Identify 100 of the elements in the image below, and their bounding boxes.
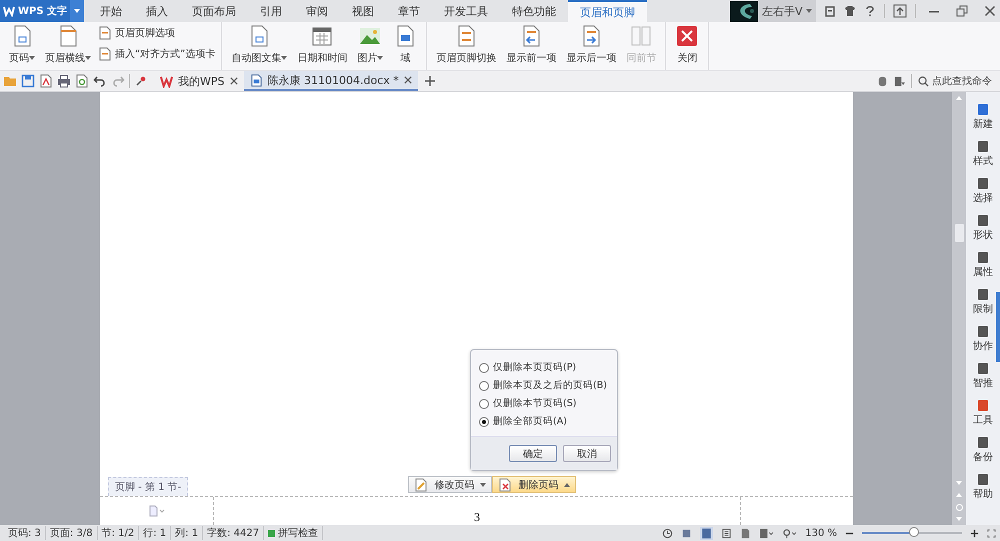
reading-view-icon[interactable] xyxy=(759,528,774,538)
menu-tab[interactable]: 开始 xyxy=(88,0,134,22)
radio-option[interactable]: 删除本页及之后的页码(B) xyxy=(479,380,611,392)
print-icon[interactable] xyxy=(57,74,71,88)
menu-tab[interactable]: 页面布局 xyxy=(180,0,248,22)
upload-icon[interactable] xyxy=(893,4,907,18)
tab-title: 陈永康 31101004.docx * xyxy=(268,72,399,88)
side-panel-button[interactable]: 协作 xyxy=(973,326,993,363)
menu-tab[interactable]: 插入 xyxy=(134,0,180,22)
focus-icon[interactable] xyxy=(681,528,692,538)
outline-view-icon[interactable] xyxy=(721,528,732,538)
zoom-level[interactable]: 130 % xyxy=(805,528,837,538)
radio-button[interactable] xyxy=(479,417,489,427)
document-tab[interactable]: 陈永康 31101004.docx * xyxy=(244,71,418,91)
footer-label: 页脚 - 第 1 节- xyxy=(108,477,188,496)
radio-option[interactable]: 删除全部页码(A) xyxy=(479,416,611,428)
help-icon[interactable] xyxy=(864,5,876,17)
undo-icon[interactable] xyxy=(93,74,107,88)
side-panel-button[interactable]: 帮助 xyxy=(973,474,993,511)
edit-icon xyxy=(414,478,428,492)
menu-tab[interactable]: 视图 xyxy=(340,0,386,22)
ribbon-button[interactable]: 关闭 xyxy=(672,24,702,65)
cancel-button[interactable]: 取消 xyxy=(563,445,611,462)
radio-option[interactable]: 仅删除本页页码(P) xyxy=(479,362,611,374)
status-text: 列: 1 xyxy=(171,526,204,540)
side-panel-button[interactable]: 形状 xyxy=(973,215,993,252)
history-icon[interactable] xyxy=(662,528,674,538)
ribbon-button[interactable]: 显示前一项 xyxy=(503,24,560,65)
status-text: 行: 1 xyxy=(139,526,172,540)
flag-icon[interactable] xyxy=(894,76,905,86)
caret-icon xyxy=(377,56,384,60)
ribbon-button[interactable]: 页码 xyxy=(6,24,38,65)
restore-icon[interactable] xyxy=(956,5,968,17)
menu-tab[interactable]: 引用 xyxy=(248,0,294,22)
side-panel-button[interactable]: 样式 xyxy=(973,141,993,178)
side-panel-button[interactable]: 工具 xyxy=(973,400,993,437)
caret-icon xyxy=(281,56,288,60)
side-panel-button[interactable]: 备份 xyxy=(973,437,993,474)
status-text: 页码: 3 xyxy=(4,526,46,540)
menu-tab[interactable]: 审阅 xyxy=(294,0,340,22)
command-search-field[interactable]: 点此查找命令 xyxy=(918,76,996,86)
ribbon-button[interactable]: 页眉横线 xyxy=(42,24,94,65)
scrollbar[interactable] xyxy=(952,92,966,525)
caret-icon xyxy=(956,517,962,521)
ok-button[interactable]: 确定 xyxy=(509,445,557,462)
menu-tab[interactable]: 开发工具 xyxy=(432,0,500,22)
logo-icon xyxy=(3,5,15,17)
zoom-slider-thumb[interactable] xyxy=(909,527,919,537)
new-tab-icon[interactable] xyxy=(424,75,436,87)
panel-handle[interactable] xyxy=(996,292,1000,362)
caret-icon xyxy=(806,9,812,14)
radio-option[interactable]: 仅删除本节页码(S) xyxy=(479,398,611,410)
ribbon-button[interactable]: 页眉页脚选项 xyxy=(98,24,216,42)
fullscreen-icon[interactable] xyxy=(987,528,996,538)
side-panel-button[interactable]: 新建 xyxy=(973,104,993,141)
page-view-icon[interactable] xyxy=(700,526,714,540)
document-tab[interactable]: 我的WPS xyxy=(154,71,244,91)
spell-check-button[interactable]: 拼写检查 xyxy=(264,526,324,540)
footer-button[interactable]: 删除页码 xyxy=(492,476,576,493)
footer-button[interactable]: 修改页码 xyxy=(408,476,492,493)
ribbon-button[interactable]: 日期和时间 xyxy=(294,24,350,65)
radio-button[interactable] xyxy=(479,399,489,409)
menu-tab[interactable]: 章节 xyxy=(386,0,432,22)
user-menu[interactable]: 左右手V xyxy=(758,0,816,22)
side-panel-button[interactable]: 智推 xyxy=(973,363,993,400)
status-text: 字数: 4427 xyxy=(203,526,264,540)
menu-tab[interactable]: 特色功能 xyxy=(500,0,568,22)
caret-icon xyxy=(85,56,91,60)
close-icon[interactable] xyxy=(984,5,996,17)
status-text: 节: 1/2 xyxy=(98,526,140,540)
caret-icon xyxy=(29,56,35,60)
ribbon-button[interactable]: 显示后一项 xyxy=(563,24,620,65)
pdf-icon[interactable] xyxy=(39,74,53,88)
menu-tab[interactable]: 页眉和页脚 xyxy=(568,0,647,22)
page-number: 3 xyxy=(474,510,480,525)
side-panel-button[interactable]: 属性 xyxy=(973,252,993,289)
radio-button[interactable] xyxy=(479,363,489,373)
radio-button[interactable] xyxy=(479,381,489,391)
wps-logo-icon xyxy=(160,74,173,88)
caret-icon xyxy=(956,481,962,485)
app-menu-button[interactable]: WPS 文字 xyxy=(0,0,84,22)
side-panel-button[interactable]: 限制 xyxy=(973,289,993,326)
side-panel-button[interactable]: 选择 xyxy=(973,178,993,215)
ribbon-button[interactable]: 自动图文集 xyxy=(228,24,290,65)
close-icon[interactable] xyxy=(404,76,412,84)
ribbon-button[interactable]: 图片 xyxy=(354,24,386,65)
zoom-in-icon[interactable] xyxy=(970,528,979,538)
shirt-icon[interactable] xyxy=(844,5,856,17)
delete-icon xyxy=(498,478,512,492)
web-view-icon[interactable] xyxy=(740,528,752,538)
caret-icon xyxy=(480,482,486,486)
preview-icon[interactable] xyxy=(75,74,89,88)
save-icon[interactable] xyxy=(21,74,35,88)
scrollbar-thumb[interactable] xyxy=(954,224,964,242)
caret-icon xyxy=(564,482,570,486)
ribbon-button[interactable]: 域 xyxy=(390,24,420,65)
pin-icon[interactable] xyxy=(134,74,148,88)
ribbon-button[interactable]: 页眉页脚切换 xyxy=(433,24,500,65)
close-icon[interactable] xyxy=(230,77,238,85)
ribbon-button[interactable]: 插入“对齐方式”选项卡 xyxy=(98,45,216,63)
